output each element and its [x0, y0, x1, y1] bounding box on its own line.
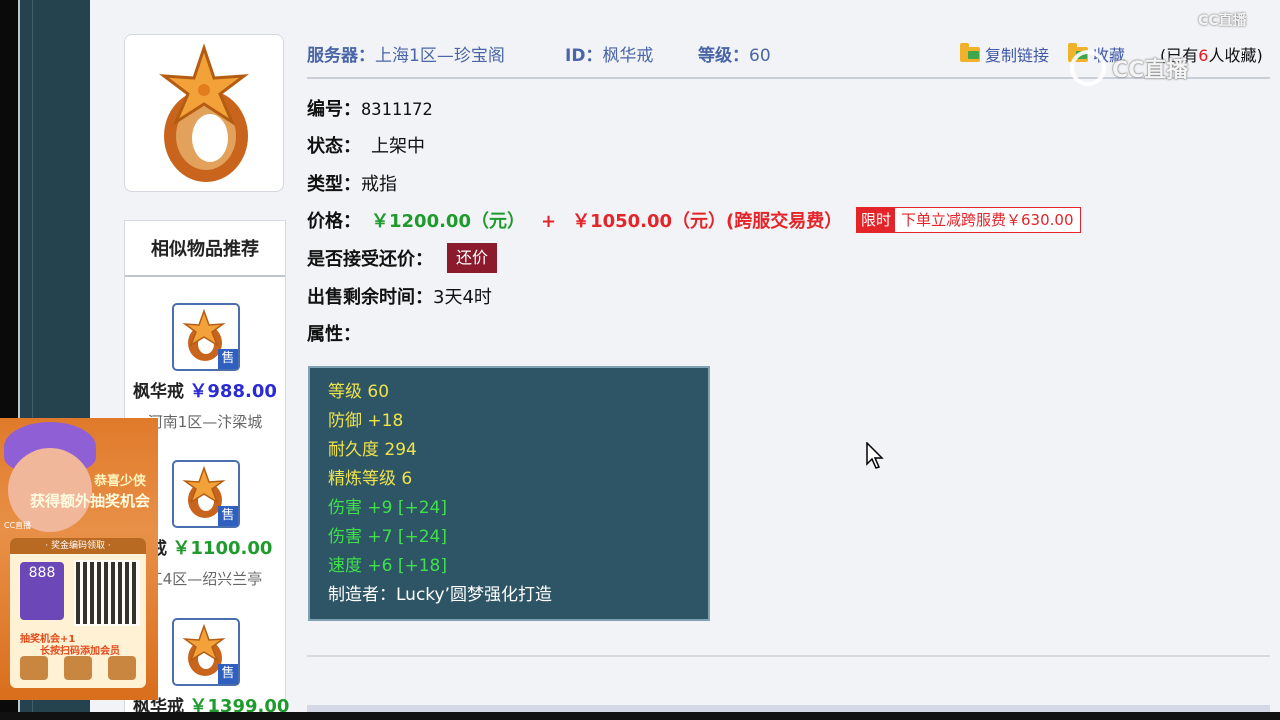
- cc-logo-icon: [1070, 50, 1106, 86]
- status-label: 状态：: [307, 136, 361, 157]
- price-fee: ￥1050.00（元）(跨服交易费）: [572, 211, 843, 232]
- limited-time-badge: 限时 下单立减跨服费￥630.00: [856, 207, 1081, 233]
- server-label: 服务器：: [307, 46, 375, 66]
- level-value: 60: [749, 46, 771, 66]
- similar-item-price: ￥1100.00: [172, 538, 273, 559]
- server-value: 上海1区—珍宝阁: [375, 46, 505, 66]
- type-value: 戒指: [361, 174, 397, 195]
- attr-label: 属性：: [307, 324, 361, 345]
- footer-bar: [307, 705, 1270, 712]
- price-row: 价格： ￥1200.00（元） + ￥1050.00（元）(跨服交易费）: [307, 207, 842, 233]
- attr-line: 制造者：Lucky’圆梦强化打造: [328, 585, 552, 605]
- promo-card: · 奖金编码领取 · 888 抽奖机会+1 长按扫码添加会员: [10, 538, 146, 688]
- similar-item-image[interactable]: 售: [172, 303, 240, 371]
- cc-watermark: CC直播: [1070, 50, 1188, 86]
- level-label: 等级：: [698, 46, 749, 66]
- attr-row: 属性：: [307, 320, 361, 346]
- attr-line: 伤害 +7 [+24]: [328, 527, 448, 547]
- attr-line: 精炼等级 6: [328, 469, 413, 489]
- collect-number: 6: [1198, 46, 1209, 65]
- gift-icon: [108, 656, 136, 680]
- haggle-label: 是否接受还价：: [307, 249, 433, 270]
- similar-item-image[interactable]: 售: [172, 460, 240, 528]
- id-value: 枫华戒: [602, 46, 654, 66]
- similar-title: 相似物品推荐: [125, 221, 285, 277]
- content-divider: [307, 655, 1270, 657]
- server-info: 服务器：上海1区—珍宝阁: [307, 41, 505, 66]
- similar-item-name: 枫华戒: [133, 382, 184, 402]
- watermark-text: CC直播: [1112, 58, 1189, 83]
- copy-link-label: 复制链接: [985, 46, 1050, 65]
- collect-suffix: 人收藏): [1208, 46, 1263, 65]
- remaining-label: 出售剩余时间：: [307, 287, 433, 308]
- promo-cc-label: CC直播: [4, 521, 32, 530]
- id-label: ID：: [565, 46, 603, 66]
- price-plus: +: [540, 211, 557, 232]
- serial-label: 编号：: [307, 99, 361, 120]
- remaining-row: 出售剩余时间：3天4时: [307, 283, 492, 309]
- cc-watermark-small: CC直播: [1198, 13, 1247, 29]
- attribute-box: 等级 60 防御 +18 耐久度 294 精炼等级 6 伤害 +9 [+24] …: [308, 366, 710, 621]
- attr-line: 伤害 +9 [+24]: [328, 498, 448, 518]
- gift-icon: [20, 656, 48, 680]
- promo-tip2: 长按扫码添加会员: [40, 646, 120, 657]
- attr-line: 等级 60: [328, 382, 390, 402]
- limit-tag: 限时: [857, 208, 896, 232]
- promo-line1: 恭喜少侠: [94, 474, 147, 489]
- copy-link-icon: [960, 42, 980, 62]
- sell-tag: 售: [218, 506, 238, 526]
- status-row: 状态： 上架中: [307, 132, 425, 158]
- attr-line: 耐久度 294: [328, 440, 417, 460]
- promo-card-header: · 奖金编码领取 ·: [10, 538, 146, 554]
- sell-tag: 售: [218, 664, 238, 684]
- haggle-row: 是否接受还价：: [307, 245, 433, 271]
- promo-line2: 获得额外抽奖机会: [30, 492, 151, 510]
- gift-icon: [64, 656, 92, 680]
- id-info: ID：枫华戒: [565, 41, 653, 66]
- similar-item-image[interactable]: 售: [172, 618, 240, 686]
- ring-icon: [159, 43, 249, 182]
- price-main: ￥1200.00（元）: [371, 211, 525, 232]
- type-label: 类型：: [307, 174, 361, 195]
- serial-row: 编号：8311172: [307, 95, 433, 121]
- price-label: 价格：: [307, 211, 361, 232]
- similar-item-price: ￥988.00: [189, 381, 277, 402]
- attr-line: 速度 +6 [+18]: [328, 556, 448, 576]
- remaining-value: 3天4时: [433, 287, 492, 308]
- sell-tag: 售: [218, 349, 238, 369]
- copy-link-button[interactable]: 复制链接: [960, 42, 1049, 66]
- qr-code-icon: [74, 560, 140, 626]
- bottom-edge: [0, 712, 1280, 720]
- haggle-button[interactable]: 还价: [447, 243, 497, 273]
- similar-item-title: 枫华戒 ￥988.00: [133, 377, 293, 403]
- level-info: 等级：60: [698, 41, 771, 66]
- status-value: 上架中: [371, 136, 425, 157]
- promo-overlay[interactable]: 恭喜少侠 获得额外抽奖机会 CC直播 · 奖金编码领取 · 888 抽奖机会+1…: [0, 418, 158, 700]
- attr-line: 防御 +18: [328, 411, 404, 431]
- limit-text: 下单立减跨服费￥630.00: [895, 208, 1080, 232]
- screen: 服务器：上海1区—珍宝阁 ID：枫华戒 等级：60 复制链接 收藏 (已有6人收…: [0, 0, 1280, 720]
- serial-value: 8311172: [361, 100, 433, 120]
- item-image: [124, 34, 284, 192]
- promo-888-badge: 888: [20, 562, 64, 620]
- mouse-cursor-icon: [866, 442, 884, 469]
- type-row: 类型：戒指: [307, 170, 397, 196]
